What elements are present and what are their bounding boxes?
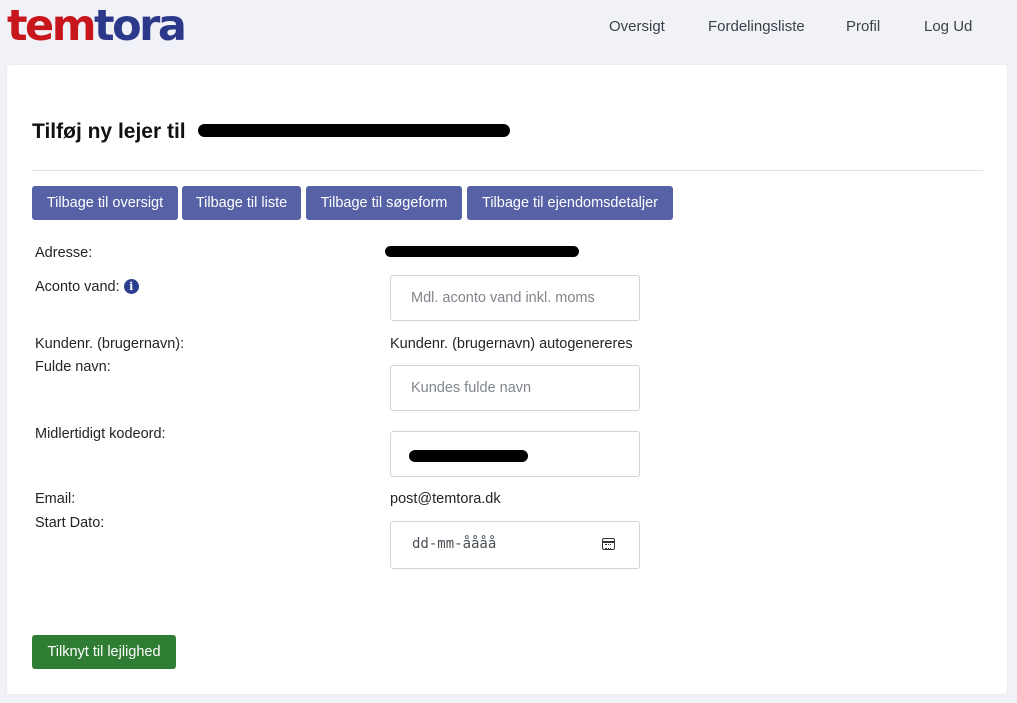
nav-overview[interactable]: Oversigt	[609, 18, 665, 35]
start-date-label: Start Dato:	[35, 515, 105, 531]
fullname-label: Fulde navn:	[35, 359, 111, 375]
nav-logout[interactable]: Log Ud	[924, 18, 972, 35]
email-value: post@temtora.dk	[390, 491, 501, 507]
start-date-placeholder: dd-mm-åååå	[412, 536, 497, 552]
password-input[interactable]	[390, 431, 640, 477]
page-title-text: Tilføj ny lejer til	[32, 120, 186, 143]
email-label: Email:	[35, 491, 76, 507]
logo-part-tora: tora	[94, 1, 187, 51]
aconto-input[interactable]	[390, 275, 640, 321]
redacted-address-title	[198, 124, 510, 137]
start-date-input[interactable]: dd-mm-åååå	[390, 521, 640, 569]
aconto-label: Aconto vand: i	[35, 279, 139, 295]
aconto-label-text: Aconto vand:	[35, 279, 120, 295]
logo-part-tem: tem	[7, 1, 97, 51]
page-title: Tilføj ny lejer til	[32, 120, 186, 144]
nav-distribution-list[interactable]: Fordelingsliste	[708, 18, 805, 35]
main-card: Tilføj ny lejer til Tilbage til oversigt…	[7, 65, 1007, 694]
customer-number-label: Kundenr. (brugernavn):	[35, 336, 185, 352]
back-to-search-button[interactable]: Tilbage til søgeform	[306, 186, 462, 220]
back-to-overview-button[interactable]: Tilbage til oversigt	[32, 186, 178, 220]
password-label: Midlertidigt kodeord:	[35, 426, 166, 442]
redacted-password	[409, 450, 528, 462]
back-to-list-button[interactable]: Tilbage til liste	[182, 186, 301, 220]
navbar: temtora Oversigt Fordelingsliste Profil …	[0, 0, 1017, 56]
address-label: Adresse:	[35, 245, 93, 261]
calendar-icon[interactable]	[602, 538, 615, 550]
fullname-input[interactable]	[390, 365, 640, 411]
customer-number-value: Kundenr. (brugernavn) autogenereres	[390, 336, 633, 352]
back-to-property-details-button[interactable]: Tilbage til ejendomsdetaljer	[467, 186, 673, 220]
redacted-address-value	[385, 246, 579, 257]
attach-to-apartment-button[interactable]: Tilknyt til lejlighed	[32, 635, 176, 669]
temtora-logo[interactable]: temtora	[7, 1, 187, 51]
divider	[32, 170, 983, 171]
nav-profile[interactable]: Profil	[846, 18, 880, 35]
info-icon[interactable]: i	[123, 279, 139, 294]
